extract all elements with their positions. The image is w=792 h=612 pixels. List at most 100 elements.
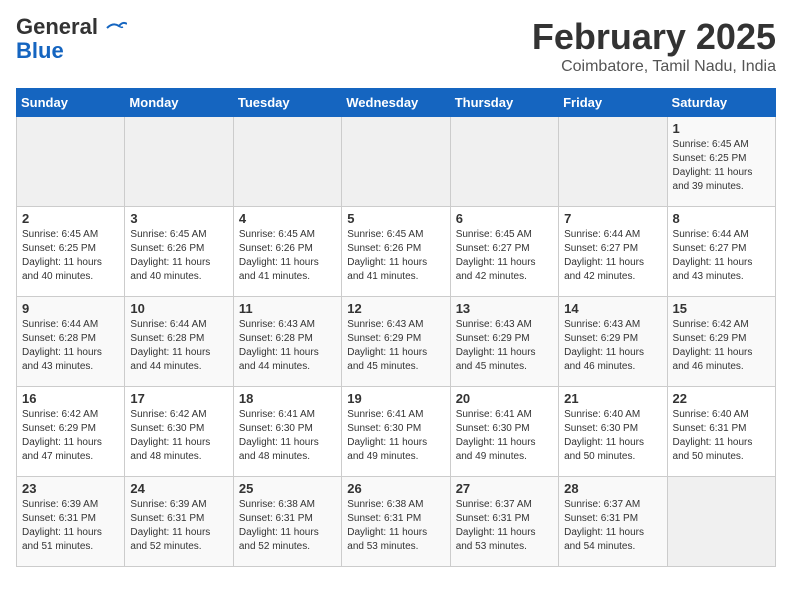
day-number: 26 <box>347 481 444 496</box>
cell-info: Sunrise: 6:44 AMSunset: 6:28 PMDaylight:… <box>130 318 227 374</box>
day-number: 21 <box>564 391 661 406</box>
cell-info: Sunrise: 6:43 AMSunset: 6:28 PMDaylight:… <box>239 318 336 374</box>
cell-info: Sunrise: 6:42 AMSunset: 6:29 PMDaylight:… <box>673 318 770 374</box>
cell-info: Sunrise: 6:45 AMSunset: 6:25 PMDaylight:… <box>22 228 119 284</box>
page-header: General Blue February 2025 Coimbatore, T… <box>16 16 776 76</box>
bird-icon <box>105 20 127 36</box>
calendar-cell: 25 Sunrise: 6:38 AMSunset: 6:31 PMDayligh… <box>233 477 341 567</box>
cell-info: Sunrise: 6:38 AMSunset: 6:31 PMDaylight:… <box>239 498 336 554</box>
calendar-header: SundayMondayTuesdayWednesdayThursdayFrid… <box>17 89 776 117</box>
day-number: 3 <box>130 211 227 226</box>
day-number: 9 <box>22 301 119 316</box>
cell-info: Sunrise: 6:42 AMSunset: 6:30 PMDaylight:… <box>130 408 227 464</box>
calendar-cell: 17Sunrise: 6:42 AMSunset: 6:30 PMDayligh… <box>125 387 233 477</box>
calendar-cell: 4 Sunrise: 6:45 AMSunset: 6:26 PMDaylight… <box>233 207 341 297</box>
day-number: 7 <box>564 211 661 226</box>
calendar-cell: 20 Sunrise: 6:41 AMSunset: 6:30 PMDayligh… <box>450 387 558 477</box>
cell-info: Sunrise: 6:40 AMSunset: 6:31 PMDaylight:… <box>673 408 770 464</box>
calendar-cell: 1 Sunrise: 6:45 AMSunset: 6:25 PMDaylight… <box>667 117 775 207</box>
header-day-wednesday: Wednesday <box>342 89 450 117</box>
day-number: 19 <box>347 391 444 406</box>
calendar-cell: 3 Sunrise: 6:45 AMSunset: 6:26 PMDaylight… <box>125 207 233 297</box>
cell-info: Sunrise: 6:45 AMSunset: 6:26 PMDaylight:… <box>239 228 336 284</box>
cell-info: Sunrise: 6:44 AMSunset: 6:27 PMDaylight:… <box>564 228 661 284</box>
calendar-cell: 22 Sunrise: 6:40 AMSunset: 6:31 PMDayligh… <box>667 387 775 477</box>
cell-info: Sunrise: 6:41 AMSunset: 6:30 PMDaylight:… <box>456 408 553 464</box>
calendar-table: SundayMondayTuesdayWednesdayThursdayFrid… <box>16 88 776 567</box>
header-day-monday: Monday <box>125 89 233 117</box>
calendar-cell: 28 Sunrise: 6:37 AMSunset: 6:31 PMDayligh… <box>559 477 667 567</box>
calendar-cell: 10 Sunrise: 6:44 AMSunset: 6:28 PMDayligh… <box>125 297 233 387</box>
day-number: 23 <box>22 481 119 496</box>
calendar-cell: 27 Sunrise: 6:37 AMSunset: 6:31 PMDayligh… <box>450 477 558 567</box>
day-number: 4 <box>239 211 336 226</box>
cell-info: Sunrise: 6:41 AMSunset: 6:30 PMDaylight:… <box>347 408 444 464</box>
day-number: 27 <box>456 481 553 496</box>
cell-info: Sunrise: 6:37 AMSunset: 6:31 PMDaylight:… <box>564 498 661 554</box>
calendar-cell: 9 Sunrise: 6:44 AMSunset: 6:28 PMDaylight… <box>17 297 125 387</box>
cell-info: Sunrise: 6:39 AMSunset: 6:31 PMDaylight:… <box>22 498 119 554</box>
calendar-cell <box>667 477 775 567</box>
calendar-cell: 18 Sunrise: 6:41 AMSunset: 6:30 PMDayligh… <box>233 387 341 477</box>
calendar-cell: 24 Sunrise: 6:39 AMSunset: 6:31 PMDayligh… <box>125 477 233 567</box>
calendar-cell: 14Sunrise: 6:43 AMSunset: 6:29 PMDayligh… <box>559 297 667 387</box>
calendar-body: 1 Sunrise: 6:45 AMSunset: 6:25 PMDaylight… <box>17 117 776 567</box>
day-number: 6 <box>456 211 553 226</box>
calendar-cell: 6 Sunrise: 6:45 AMSunset: 6:27 PMDaylight… <box>450 207 558 297</box>
calendar-cell: 7 Sunrise: 6:44 AMSunset: 6:27 PMDaylight… <box>559 207 667 297</box>
day-number: 1 <box>673 121 770 136</box>
cell-info: Sunrise: 6:45 AMSunset: 6:27 PMDaylight:… <box>456 228 553 284</box>
cell-info: Sunrise: 6:43 AMSunset: 6:29 PMDaylight:… <box>347 318 444 374</box>
day-number: 18 <box>239 391 336 406</box>
calendar-cell: 2Sunrise: 6:45 AMSunset: 6:25 PMDaylight… <box>17 207 125 297</box>
cell-info: Sunrise: 6:44 AMSunset: 6:27 PMDaylight:… <box>673 228 770 284</box>
day-number: 24 <box>130 481 227 496</box>
day-number: 5 <box>347 211 444 226</box>
day-number: 11 <box>239 301 336 316</box>
calendar-cell: 15 Sunrise: 6:42 AMSunset: 6:29 PMDayligh… <box>667 297 775 387</box>
day-number: 8 <box>673 211 770 226</box>
calendar-cell: 19 Sunrise: 6:41 AMSunset: 6:30 PMDayligh… <box>342 387 450 477</box>
calendar-cell <box>342 117 450 207</box>
cell-info: Sunrise: 6:41 AMSunset: 6:30 PMDaylight:… <box>239 408 336 464</box>
calendar-week-3: 9 Sunrise: 6:44 AMSunset: 6:28 PMDaylight… <box>17 297 776 387</box>
header-day-tuesday: Tuesday <box>233 89 341 117</box>
day-number: 15 <box>673 301 770 316</box>
cell-info: Sunrise: 6:45 AMSunset: 6:26 PMDaylight:… <box>347 228 444 284</box>
calendar-cell: 23 Sunrise: 6:39 AMSunset: 6:31 PMDayligh… <box>17 477 125 567</box>
cell-info: Sunrise: 6:39 AMSunset: 6:31 PMDaylight:… <box>130 498 227 554</box>
calendar-cell <box>559 117 667 207</box>
cell-info: Sunrise: 6:40 AMSunset: 6:30 PMDaylight:… <box>564 408 661 464</box>
logo-blue: Blue <box>16 38 64 64</box>
calendar-cell <box>233 117 341 207</box>
calendar-cell: 8 Sunrise: 6:44 AMSunset: 6:27 PMDaylight… <box>667 207 775 297</box>
calendar-cell: 5 Sunrise: 6:45 AMSunset: 6:26 PMDaylight… <box>342 207 450 297</box>
cell-info: Sunrise: 6:37 AMSunset: 6:31 PMDaylight:… <box>456 498 553 554</box>
day-number: 10 <box>130 301 227 316</box>
header-day-sunday: Sunday <box>17 89 125 117</box>
day-number: 16 <box>22 391 119 406</box>
calendar-cell: 13Sunrise: 6:43 AMSunset: 6:29 PMDayligh… <box>450 297 558 387</box>
day-number: 28 <box>564 481 661 496</box>
calendar-week-5: 23 Sunrise: 6:39 AMSunset: 6:31 PMDayligh… <box>17 477 776 567</box>
day-number: 20 <box>456 391 553 406</box>
cell-info: Sunrise: 6:44 AMSunset: 6:28 PMDaylight:… <box>22 318 119 374</box>
calendar-cell: 12 Sunrise: 6:43 AMSunset: 6:29 PMDayligh… <box>342 297 450 387</box>
day-number: 22 <box>673 391 770 406</box>
cell-info: Sunrise: 6:45 AMSunset: 6:26 PMDaylight:… <box>130 228 227 284</box>
header-day-friday: Friday <box>559 89 667 117</box>
day-number: 25 <box>239 481 336 496</box>
header-row: SundayMondayTuesdayWednesdayThursdayFrid… <box>17 89 776 117</box>
logo-text: General <box>16 16 128 38</box>
cell-info: Sunrise: 6:42 AMSunset: 6:29 PMDaylight:… <box>22 408 119 464</box>
cell-info: Sunrise: 6:38 AMSunset: 6:31 PMDaylight:… <box>347 498 444 554</box>
calendar-cell: 26 Sunrise: 6:38 AMSunset: 6:31 PMDayligh… <box>342 477 450 567</box>
month-year: February 2025 <box>532 16 776 58</box>
cell-info: Sunrise: 6:45 AMSunset: 6:25 PMDaylight:… <box>673 138 770 194</box>
day-number: 14 <box>564 301 661 316</box>
calendar-cell: 16 Sunrise: 6:42 AMSunset: 6:29 PMDayligh… <box>17 387 125 477</box>
location: Coimbatore, Tamil Nadu, India <box>532 58 776 76</box>
header-day-saturday: Saturday <box>667 89 775 117</box>
calendar-cell <box>125 117 233 207</box>
day-number: 12 <box>347 301 444 316</box>
